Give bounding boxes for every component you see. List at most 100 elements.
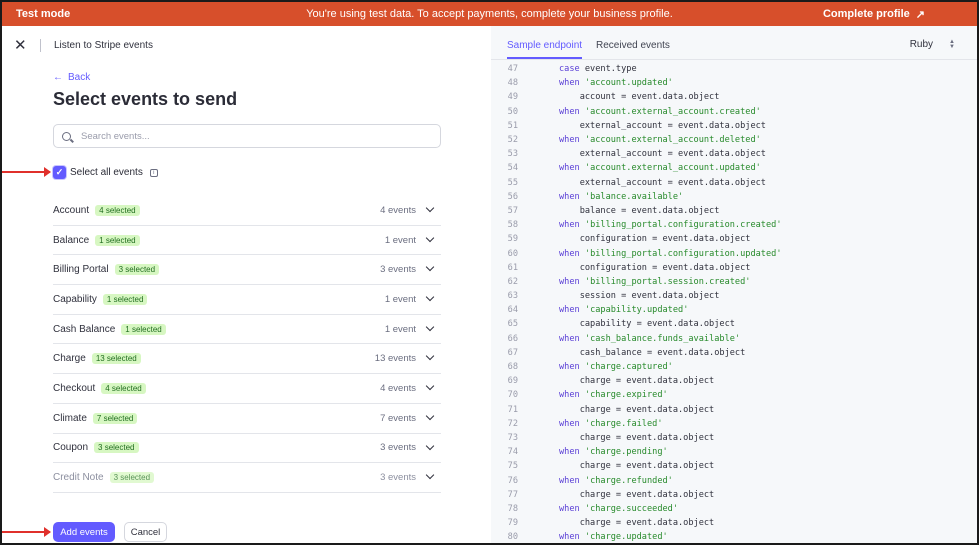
code-text: when 'billing_portal.configuration.updat… — [559, 249, 782, 259]
complete-profile-link[interactable]: Complete profile ↗ — [823, 8, 925, 21]
header-divider — [40, 39, 41, 52]
event-count: 3 events — [380, 442, 416, 454]
code-text: session = event.data.object — [559, 291, 720, 301]
event-category-row[interactable]: Charge 13 selected 13 events — [53, 344, 441, 375]
code-text: external_account = event.data.object — [559, 178, 766, 188]
code-string: 'capability.updated' — [584, 305, 689, 316]
annotation-arrow-add-events — [2, 527, 51, 537]
category-name: Climate — [53, 412, 87, 424]
event-category-row[interactable]: Climate 7 selected 7 events — [53, 404, 441, 434]
code-keyword: when — [559, 305, 580, 316]
chevron-down-icon[interactable] — [425, 292, 435, 302]
selected-badge: 3 selected — [109, 472, 155, 484]
code-plain: charge = event.data.object — [579, 376, 715, 387]
event-count: 1 event — [384, 234, 416, 246]
event-category-row[interactable]: Balance 1 selected 1 event — [53, 226, 441, 256]
code-tabs: Sample endpoint Received events Ruby ▲ ▼ — [491, 26, 977, 60]
select-all-label[interactable]: Select all events — [70, 167, 143, 178]
event-count: 4 events — [380, 204, 416, 216]
code-text: charge = event.data.object — [559, 490, 715, 500]
code-line: 75 charge = event.data.object — [491, 459, 977, 473]
code-text: when 'charge.updated' — [559, 532, 668, 542]
code-line: 62 when 'billing_portal.session.created' — [491, 275, 977, 289]
search-input[interactable] — [81, 130, 421, 142]
code-text: charge = event.data.object — [559, 405, 715, 415]
chevron-down-icon[interactable] — [425, 203, 435, 213]
line-number: 75 — [507, 461, 518, 472]
code-plain: event.type — [579, 64, 637, 75]
event-category-row[interactable]: Checkout 4 selected 4 events — [53, 374, 441, 404]
code-keyword: when — [559, 475, 580, 486]
complete-profile-label: Complete profile — [822, 8, 910, 20]
chevron-down-icon[interactable] — [425, 411, 435, 421]
selected-badge: 1 selected — [121, 323, 166, 335]
arrow-left-icon: ← — [53, 72, 63, 83]
code-plain: external_account = event.data.object — [579, 149, 766, 160]
line-number: 56 — [507, 191, 518, 202]
back-label: Back — [68, 72, 91, 83]
language-select[interactable]: Ruby ▲ ▼ — [910, 39, 955, 51]
code-line: 61 configuration = event.data.object — [491, 261, 977, 275]
event-category-row[interactable]: Credit Note 3 selected 3 events — [53, 463, 441, 493]
event-count: 3 events — [380, 264, 416, 276]
chevron-down-icon[interactable] — [425, 263, 435, 272]
event-category-row[interactable]: Account 4 selected 4 events — [53, 196, 441, 226]
chevron-down-icon[interactable] — [425, 381, 435, 391]
event-category-row[interactable]: Billing Portal 3 selected 3 events — [53, 255, 441, 286]
chevron-down-icon[interactable] — [425, 322, 435, 331]
code-text: capability = event.data.object — [559, 319, 735, 329]
code-line: 69 charge = event.data.object — [491, 374, 977, 388]
close-icon[interactable]: ✕ — [14, 38, 27, 53]
code-keyword: when — [559, 191, 580, 202]
code-line: 71 charge = event.data.object — [491, 403, 977, 417]
category-name: Capability — [53, 293, 97, 305]
code-keyword: when — [559, 163, 580, 174]
code-plain: capability = event.data.object — [579, 319, 735, 330]
chevron-down-icon[interactable] — [425, 441, 435, 450]
test-mode-banner: Test mode You're using test data. To acc… — [2, 2, 977, 26]
code-keyword: when — [559, 220, 580, 231]
code-text: configuration = event.data.object — [559, 263, 751, 273]
code-line: 60 when 'billing_portal.configuration.upd… — [491, 246, 977, 260]
code-line: 48 when 'account.updated' — [491, 76, 977, 90]
line-number: 63 — [507, 291, 518, 302]
code-keyword: when — [559, 276, 580, 287]
line-number: 51 — [507, 120, 518, 131]
event-category-row[interactable]: Cash Balance 1 selected 1 event — [53, 315, 441, 345]
selected-badge: 7 selected — [92, 412, 138, 424]
event-count: 7 events — [380, 412, 416, 424]
code-line: 63 session = event.data.object — [491, 289, 977, 303]
code-line: 76 when 'charge.refunded' — [491, 473, 977, 487]
info-icon[interactable]: i — [149, 168, 158, 177]
code-string: 'charge.pending' — [584, 447, 668, 458]
event-category-row[interactable]: Coupon 3 selected 3 events — [53, 434, 441, 464]
line-number: 65 — [507, 319, 518, 330]
tab-sample-endpoint[interactable]: Sample endpoint — [507, 40, 582, 51]
cancel-button[interactable]: Cancel — [124, 522, 167, 542]
tab-received-events[interactable]: Received events — [596, 40, 670, 51]
code-text: charge = event.data.object — [559, 461, 715, 471]
code-line: 51 external_account = event.data.object — [491, 119, 977, 133]
chevron-down-icon[interactable] — [425, 352, 435, 361]
code-text: account = event.data.object — [559, 92, 720, 102]
select-all-checkbox[interactable]: ✓ — [53, 166, 66, 179]
code-keyword: when — [559, 78, 580, 89]
code-text: charge = event.data.object — [559, 376, 715, 387]
chevron-down-icon[interactable] — [425, 233, 435, 242]
code-line: 53 external_account = event.data.object — [491, 147, 977, 161]
back-link[interactable]: ← Back — [53, 72, 90, 83]
event-category-list: Account 4 selected 4 events Balance 1 se… — [53, 196, 441, 493]
add-events-button[interactable]: Add events — [53, 522, 115, 542]
event-category-row[interactable]: Capability 1 selected 1 event — [53, 285, 441, 315]
line-number: 47 — [507, 64, 518, 75]
line-number: 50 — [507, 106, 518, 117]
code-keyword: when — [559, 503, 580, 514]
chevron-down-icon[interactable] — [425, 470, 435, 480]
